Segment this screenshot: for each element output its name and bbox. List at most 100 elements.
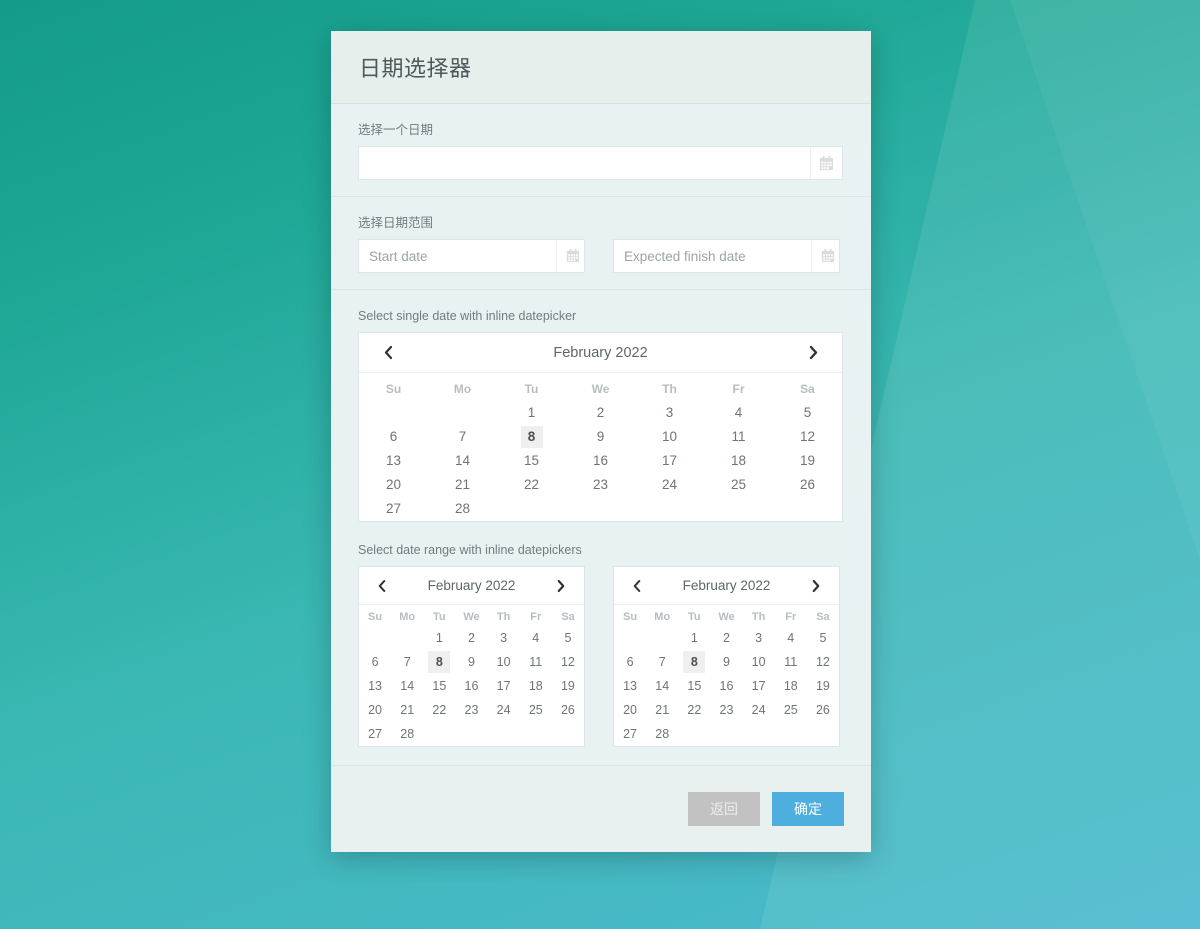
day-10[interactable]: 10 [659,426,681,448]
day-11[interactable]: 11 [780,651,802,673]
day-cell[interactable]: 5 [552,626,584,650]
day-1[interactable]: 1 [521,402,543,424]
day-9[interactable]: 9 [715,651,737,673]
chevron-right-icon[interactable] [802,342,824,364]
day-9[interactable]: 9 [590,426,612,448]
day-12[interactable]: 12 [557,651,579,673]
day-18[interactable]: 18 [525,675,547,697]
day-cell[interactable]: 8 [678,650,710,674]
day-8[interactable]: 8 [520,426,543,448]
day-cell[interactable]: 22 [678,698,710,722]
day-15[interactable]: 15 [428,675,450,697]
day-19[interactable]: 19 [557,675,579,697]
day-19[interactable]: 19 [797,450,819,472]
day-1[interactable]: 1 [428,627,450,649]
day-14[interactable]: 14 [452,450,474,472]
day-11[interactable]: 11 [525,651,547,673]
day-cell[interactable]: 3 [488,626,520,650]
day-cell[interactable]: 14 [646,674,678,698]
day-cell[interactable]: 1 [678,626,710,650]
day-cell[interactable]: 16 [455,674,487,698]
single-date-calendar-button[interactable] [810,147,842,179]
day-cell[interactable]: 3 [743,626,775,650]
day-cell[interactable]: 20 [359,698,391,722]
day-cell[interactable]: 24 [488,698,520,722]
day-16[interactable]: 16 [715,675,737,697]
day-cell[interactable]: 10 [635,425,704,449]
day-22[interactable]: 22 [683,699,705,721]
day-21[interactable]: 21 [396,699,418,721]
day-19[interactable]: 19 [812,675,834,697]
day-cell[interactable]: 25 [520,698,552,722]
day-5[interactable]: 5 [797,402,819,424]
day-4[interactable]: 4 [525,627,547,649]
single-date-input-group[interactable] [358,146,843,180]
day-21[interactable]: 21 [651,699,673,721]
start-date-input-group[interactable] [358,239,585,273]
day-cell[interactable]: 25 [775,698,807,722]
day-28[interactable]: 28 [651,723,673,745]
day-cell[interactable]: 24 [743,698,775,722]
day-cell[interactable]: 8 [497,425,566,449]
day-cell[interactable]: 10 [743,650,775,674]
day-7[interactable]: 7 [452,426,474,448]
day-27[interactable]: 27 [364,723,386,745]
day-28[interactable]: 28 [396,723,418,745]
day-4[interactable]: 4 [780,627,802,649]
day-17[interactable]: 17 [748,675,770,697]
day-21[interactable]: 21 [452,474,474,496]
day-cell[interactable]: 10 [488,650,520,674]
day-16[interactable]: 16 [460,675,482,697]
day-11[interactable]: 11 [728,426,750,448]
day-cell[interactable]: 21 [391,698,423,722]
day-1[interactable]: 1 [683,627,705,649]
day-cell[interactable]: 15 [497,449,566,473]
day-cell[interactable]: 7 [428,425,497,449]
day-cell[interactable]: 1 [423,626,455,650]
day-22[interactable]: 22 [428,699,450,721]
start-date-calendar-button[interactable] [556,240,588,272]
day-25[interactable]: 25 [525,699,547,721]
end-date-calendar-button[interactable] [811,240,843,272]
day-18[interactable]: 18 [728,450,750,472]
day-cell[interactable]: 15 [423,674,455,698]
day-cell[interactable]: 22 [423,698,455,722]
day-6[interactable]: 6 [619,651,641,673]
day-15[interactable]: 15 [683,675,705,697]
day-cell[interactable]: 16 [710,674,742,698]
day-23[interactable]: 23 [590,474,612,496]
day-26[interactable]: 26 [797,474,819,496]
day-cell[interactable]: 23 [710,698,742,722]
day-14[interactable]: 14 [651,675,673,697]
day-cell[interactable]: 14 [391,674,423,698]
day-20[interactable]: 20 [364,699,386,721]
day-cell[interactable]: 13 [359,449,428,473]
day-cell[interactable]: 8 [423,650,455,674]
day-cell[interactable]: 9 [710,650,742,674]
day-cell[interactable]: 24 [635,473,704,497]
day-26[interactable]: 26 [812,699,834,721]
day-cell[interactable]: 13 [614,674,646,698]
day-12[interactable]: 12 [797,426,819,448]
day-cell[interactable]: 14 [428,449,497,473]
day-23[interactable]: 23 [460,699,482,721]
day-6[interactable]: 6 [383,426,405,448]
day-cell[interactable]: 5 [807,626,839,650]
day-cell[interactable]: 25 [704,473,773,497]
day-17[interactable]: 17 [659,450,681,472]
day-cell[interactable]: 16 [566,449,635,473]
end-date-input[interactable] [614,240,811,272]
day-28[interactable]: 28 [452,498,474,520]
day-cell[interactable]: 26 [807,698,839,722]
day-cell[interactable]: 26 [552,698,584,722]
day-cell[interactable]: 9 [566,425,635,449]
day-cell[interactable]: 17 [743,674,775,698]
day-cell[interactable]: 21 [646,698,678,722]
day-cell[interactable]: 21 [428,473,497,497]
day-cell[interactable]: 15 [678,674,710,698]
day-16[interactable]: 16 [590,450,612,472]
chevron-right-icon[interactable] [550,575,572,597]
day-cell[interactable]: 3 [635,401,704,425]
day-5[interactable]: 5 [557,627,579,649]
day-2[interactable]: 2 [715,627,737,649]
